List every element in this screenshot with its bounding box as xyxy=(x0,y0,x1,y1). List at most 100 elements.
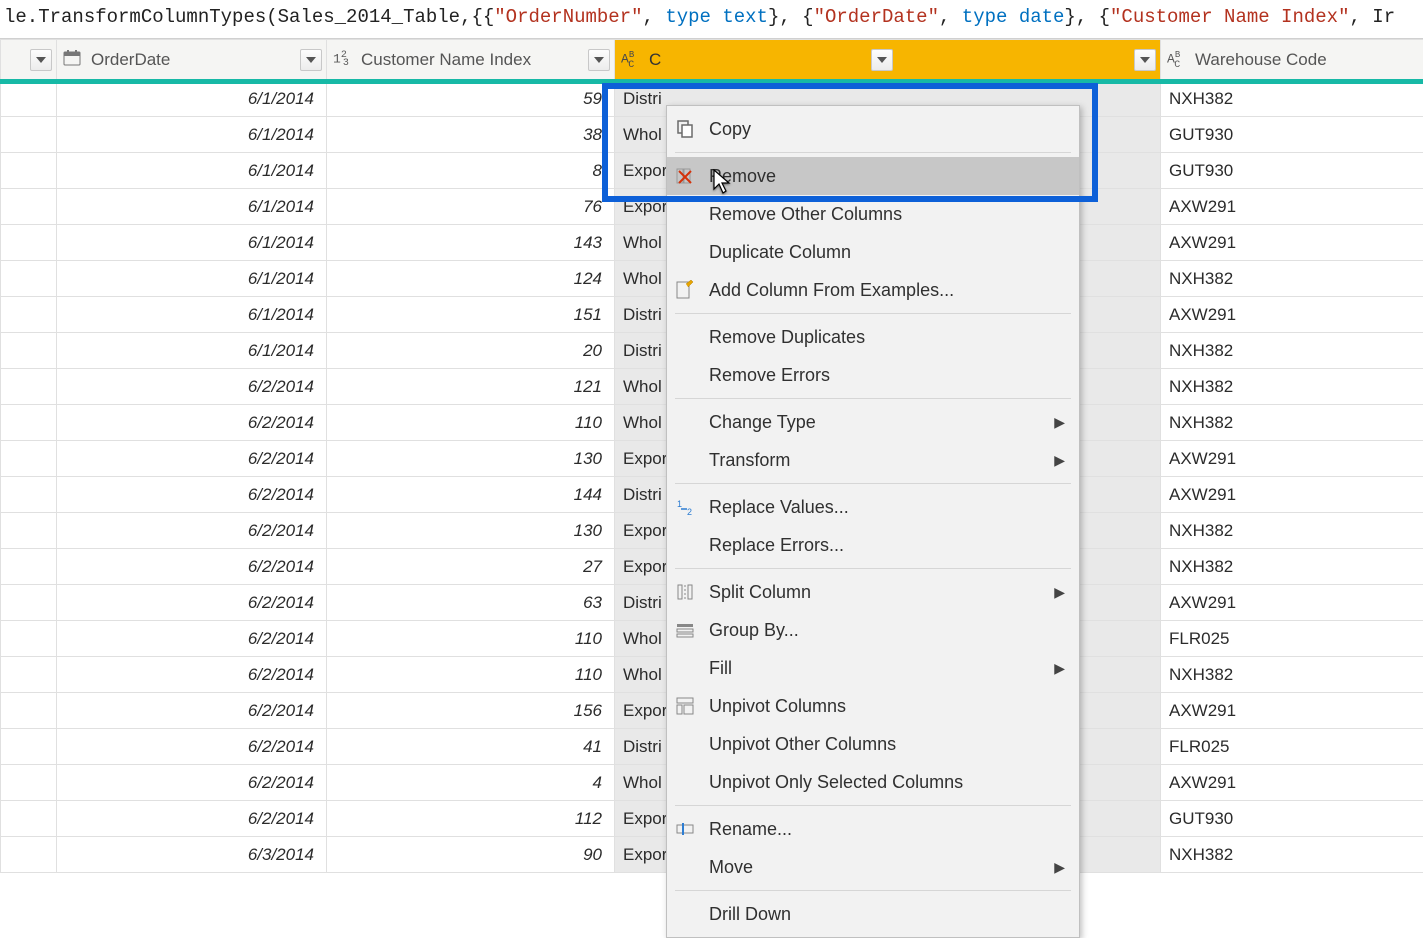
menu-replace-errors[interactable]: Replace Errors... xyxy=(667,526,1079,564)
cell-customer-index[interactable]: 27 xyxy=(327,549,615,585)
row-number-cell xyxy=(1,837,57,873)
cell-orderdate[interactable]: 6/2/2014 xyxy=(57,441,327,477)
menu-transform[interactable]: Transform ▶ xyxy=(667,441,1079,479)
cell-orderdate[interactable]: 6/3/2014 xyxy=(57,837,327,873)
cell-customer-index[interactable]: 124 xyxy=(327,261,615,297)
column-header-rownum[interactable] xyxy=(1,40,57,80)
menu-rename[interactable]: Rename... xyxy=(667,810,1079,848)
cell-customer-index[interactable]: 8 xyxy=(327,153,615,189)
cell-customer-index[interactable]: 4 xyxy=(327,765,615,801)
cell-warehouse[interactable]: GUT930 xyxy=(1161,801,1423,837)
filter-button[interactable] xyxy=(300,49,322,71)
cell-orderdate[interactable]: 6/2/2014 xyxy=(57,801,327,837)
cell-customer-index[interactable]: 110 xyxy=(327,621,615,657)
filter-button[interactable] xyxy=(1134,49,1156,71)
cell-customer-index[interactable]: 144 xyxy=(327,477,615,513)
menu-group-by[interactable]: Group By... xyxy=(667,611,1079,649)
cell-orderdate[interactable]: 6/1/2014 xyxy=(57,153,327,189)
cell-warehouse[interactable]: NXH382 xyxy=(1161,657,1423,693)
cell-warehouse[interactable]: NXH382 xyxy=(1161,837,1423,873)
cell-orderdate[interactable]: 6/1/2014 xyxy=(57,225,327,261)
cell-orderdate[interactable]: 6/2/2014 xyxy=(57,729,327,765)
cell-orderdate[interactable]: 6/2/2014 xyxy=(57,693,327,729)
cell-warehouse[interactable]: FLR025 xyxy=(1161,621,1423,657)
cell-orderdate[interactable]: 6/1/2014 xyxy=(57,261,327,297)
cell-warehouse[interactable]: NXH382 xyxy=(1161,369,1423,405)
cell-warehouse[interactable]: NXH382 xyxy=(1161,81,1423,117)
cell-warehouse[interactable]: GUT930 xyxy=(1161,153,1423,189)
cell-customer-index[interactable]: 130 xyxy=(327,441,615,477)
cell-customer-index[interactable]: 76 xyxy=(327,189,615,225)
cell-warehouse[interactable]: AXW291 xyxy=(1161,225,1423,261)
cell-orderdate[interactable]: 6/2/2014 xyxy=(57,549,327,585)
cell-orderdate[interactable]: 6/2/2014 xyxy=(57,477,327,513)
cell-customer-index[interactable]: 59 xyxy=(327,81,615,117)
cell-warehouse[interactable]: NXH382 xyxy=(1161,333,1423,369)
cell-customer-index[interactable]: 90 xyxy=(327,837,615,873)
menu-unpivot-columns[interactable]: Unpivot Columns xyxy=(667,687,1079,725)
cell-orderdate[interactable]: 6/2/2014 xyxy=(57,621,327,657)
cell-warehouse[interactable]: AXW291 xyxy=(1161,297,1423,333)
cell-warehouse[interactable]: AXW291 xyxy=(1161,189,1423,225)
menu-copy[interactable]: Copy xyxy=(667,110,1079,148)
menu-drill-down[interactable]: Drill Down xyxy=(667,895,1079,933)
cell-customer-index[interactable]: 41 xyxy=(327,729,615,765)
row-number-cell xyxy=(1,189,57,225)
menu-move[interactable]: Move ▶ xyxy=(667,848,1079,886)
cell-customer-index[interactable]: 156 xyxy=(327,693,615,729)
cell-warehouse[interactable]: NXH382 xyxy=(1161,405,1423,441)
cell-orderdate[interactable]: 6/2/2014 xyxy=(57,585,327,621)
menu-remove-errors[interactable]: Remove Errors xyxy=(667,356,1079,394)
menu-remove-duplicates[interactable]: Remove Duplicates xyxy=(667,318,1079,356)
menu-replace-values[interactable]: 12 Replace Values... xyxy=(667,488,1079,526)
menu-duplicate-column[interactable]: Duplicate Column xyxy=(667,233,1079,271)
row-number-cell xyxy=(1,297,57,333)
cell-orderdate[interactable]: 6/1/2014 xyxy=(57,189,327,225)
cell-customer-index[interactable]: 20 xyxy=(327,333,615,369)
cell-warehouse[interactable]: AXW291 xyxy=(1161,693,1423,729)
formula-bar[interactable]: le.TransformColumnTypes(Sales_2014_Table… xyxy=(0,0,1423,38)
cell-warehouse[interactable]: FLR025 xyxy=(1161,729,1423,765)
cell-orderdate[interactable]: 6/2/2014 xyxy=(57,765,327,801)
cell-warehouse[interactable]: GUT930 xyxy=(1161,117,1423,153)
menu-unpivot-other-columns[interactable]: Unpivot Other Columns xyxy=(667,725,1079,763)
filter-button[interactable] xyxy=(30,49,52,71)
cell-warehouse[interactable]: NXH382 xyxy=(1161,513,1423,549)
cell-customer-index[interactable]: 63 xyxy=(327,585,615,621)
cell-customer-index[interactable]: 121 xyxy=(327,369,615,405)
column-header-customer-index[interactable]: 123 Customer Name Index xyxy=(327,40,615,80)
cell-warehouse[interactable]: NXH382 xyxy=(1161,549,1423,585)
cell-warehouse[interactable]: AXW291 xyxy=(1161,765,1423,801)
cell-customer-index[interactable]: 143 xyxy=(327,225,615,261)
cell-orderdate[interactable]: 6/2/2014 xyxy=(57,513,327,549)
cell-orderdate[interactable]: 6/1/2014 xyxy=(57,333,327,369)
menu-fill[interactable]: Fill ▶ xyxy=(667,649,1079,687)
cell-customer-index[interactable]: 112 xyxy=(327,801,615,837)
menu-unpivot-only-selected[interactable]: Unpivot Only Selected Columns xyxy=(667,763,1079,801)
menu-add-column-from-examples[interactable]: Add Column From Examples... xyxy=(667,271,1079,309)
column-header-channel[interactable]: ABC C xyxy=(615,40,1161,80)
cell-orderdate[interactable]: 6/1/2014 xyxy=(57,297,327,333)
column-header-warehouse[interactable]: ABC Warehouse Code xyxy=(1161,40,1423,80)
cell-customer-index[interactable]: 151 xyxy=(327,297,615,333)
menu-change-type[interactable]: Change Type ▶ xyxy=(667,403,1079,441)
filter-button[interactable] xyxy=(871,49,893,71)
cell-warehouse[interactable]: AXW291 xyxy=(1161,585,1423,621)
cell-orderdate[interactable]: 6/1/2014 xyxy=(57,81,327,117)
cell-orderdate[interactable]: 6/2/2014 xyxy=(57,405,327,441)
column-header-orderdate[interactable]: OrderDate xyxy=(57,40,327,80)
filter-button[interactable] xyxy=(588,49,610,71)
cell-orderdate[interactable]: 6/2/2014 xyxy=(57,657,327,693)
cell-customer-index[interactable]: 130 xyxy=(327,513,615,549)
menu-split-column[interactable]: Split Column ▶ xyxy=(667,573,1079,611)
cell-customer-index[interactable]: 110 xyxy=(327,405,615,441)
cell-customer-index[interactable]: 110 xyxy=(327,657,615,693)
cell-warehouse[interactable]: AXW291 xyxy=(1161,441,1423,477)
cell-orderdate[interactable]: 6/2/2014 xyxy=(57,369,327,405)
column-label: C xyxy=(649,50,661,70)
cell-warehouse[interactable]: AXW291 xyxy=(1161,477,1423,513)
replace-icon: 12 xyxy=(675,497,709,517)
cell-warehouse[interactable]: NXH382 xyxy=(1161,261,1423,297)
cell-orderdate[interactable]: 6/1/2014 xyxy=(57,117,327,153)
cell-customer-index[interactable]: 38 xyxy=(327,117,615,153)
